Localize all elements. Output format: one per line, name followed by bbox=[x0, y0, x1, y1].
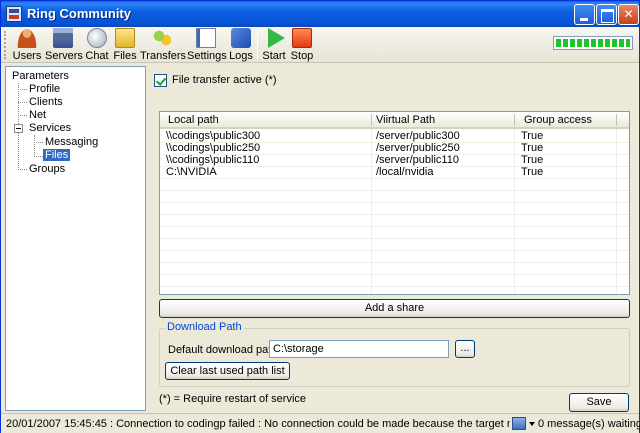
status-message: 20/01/2007 15:45:45 : Connection to codi… bbox=[6, 418, 510, 430]
main-window: Ring Community ✕ Users Servers Chat File… bbox=[0, 0, 640, 433]
grid-line bbox=[160, 190, 629, 191]
toolbar-separator bbox=[257, 31, 258, 59]
table-header: Local path Viirtual Path Group access bbox=[160, 112, 629, 129]
chat-button[interactable]: Chat bbox=[83, 28, 111, 62]
toolbar-grip[interactable] bbox=[4, 31, 7, 59]
cell-local-path: \\codings\public250 bbox=[166, 142, 261, 154]
tree-line bbox=[18, 102, 27, 103]
file-transfer-checkbox[interactable] bbox=[154, 74, 167, 87]
connection-status-indicator bbox=[553, 36, 633, 50]
toolbar: Users Servers Chat Files Transfers Setti… bbox=[1, 27, 639, 63]
tree-node-files[interactable]: Files bbox=[43, 149, 71, 161]
tree-line bbox=[34, 142, 43, 143]
default-download-path-label: Default download path : bbox=[168, 344, 284, 356]
stop-button[interactable]: Stop bbox=[289, 28, 315, 62]
tree-node-services[interactable]: Services bbox=[29, 122, 71, 134]
column-header-virtual-path[interactable]: Viirtual Path bbox=[376, 114, 435, 126]
dropdown-arrow-icon[interactable] bbox=[529, 422, 535, 426]
tree-line bbox=[34, 156, 43, 157]
start-icon bbox=[268, 28, 285, 48]
transfers-button[interactable]: Transfers bbox=[140, 28, 186, 62]
title-bar[interactable]: Ring Community ✕ bbox=[1, 1, 639, 27]
tree-line bbox=[18, 169, 27, 170]
tree-line bbox=[18, 89, 27, 90]
file-transfer-label[interactable]: File transfer active (*) bbox=[172, 74, 277, 86]
cell-virtual-path: /server/public110 bbox=[376, 154, 459, 166]
cell-group-access: True bbox=[521, 154, 544, 166]
table-row[interactable]: C:\NVIDIA /local/nvidia True bbox=[160, 166, 629, 178]
table-row[interactable]: \\codings\public110 /server/public110 Tr… bbox=[160, 154, 629, 166]
files-icon bbox=[115, 28, 135, 48]
logs-button[interactable]: Logs bbox=[228, 28, 254, 62]
cell-group-access: True bbox=[521, 130, 544, 142]
status-bar: 20/01/2007 15:45:45 : Connection to codi… bbox=[1, 413, 640, 433]
start-button[interactable]: Start bbox=[261, 28, 287, 62]
messages-icon[interactable] bbox=[512, 417, 526, 430]
cell-group-access: True bbox=[521, 166, 544, 178]
restart-note: (*) = Require restart of service bbox=[159, 393, 307, 405]
grid-line bbox=[160, 178, 629, 179]
cell-local-path: C:\NVIDIA bbox=[166, 166, 217, 178]
status-bar-fill bbox=[556, 39, 630, 47]
tree-node-clients[interactable]: Clients bbox=[29, 96, 63, 108]
default-download-path-input[interactable]: C:\storage bbox=[269, 340, 449, 358]
maximize-button[interactable] bbox=[596, 4, 617, 25]
grid-line bbox=[160, 238, 629, 239]
grid-line bbox=[160, 262, 629, 263]
clear-path-list-button[interactable]: Clear last used path list bbox=[165, 362, 290, 380]
tree-node-net[interactable]: Net bbox=[29, 109, 46, 121]
parameters-tree[interactable]: Parameters Profile Clients Net Services … bbox=[5, 66, 146, 411]
settings-button[interactable]: Settings bbox=[187, 28, 227, 62]
servers-button[interactable]: Servers bbox=[45, 28, 83, 62]
transfers-icon bbox=[152, 28, 172, 48]
servers-icon bbox=[53, 28, 73, 48]
cell-local-path: \\codings\public300 bbox=[166, 130, 261, 142]
grid-line bbox=[160, 226, 629, 227]
tree-collapse-toggle[interactable] bbox=[14, 124, 23, 133]
cell-local-path: \\codings\public110 bbox=[166, 154, 260, 166]
tree-node-messaging[interactable]: Messaging bbox=[45, 136, 98, 148]
chat-icon bbox=[87, 28, 107, 48]
grid-line bbox=[160, 214, 629, 215]
users-button[interactable]: Users bbox=[11, 28, 43, 62]
window-title: Ring Community bbox=[27, 6, 131, 21]
app-icon bbox=[6, 6, 22, 22]
save-button[interactable]: Save bbox=[569, 393, 629, 412]
cell-group-access: True bbox=[521, 142, 544, 154]
grid-line bbox=[160, 202, 629, 203]
table-row[interactable]: \\codings\public250 /server/public250 Tr… bbox=[160, 142, 629, 154]
column-header-local-path[interactable]: Local path bbox=[168, 114, 219, 126]
cell-virtual-path: /server/public250 bbox=[376, 142, 460, 154]
close-button[interactable]: ✕ bbox=[618, 4, 639, 25]
column-separator[interactable] bbox=[371, 114, 372, 126]
browse-button[interactable]: ... bbox=[455, 340, 475, 358]
add-share-button[interactable]: Add a share bbox=[159, 299, 630, 318]
tree-node-profile[interactable]: Profile bbox=[29, 83, 60, 95]
minimize-button[interactable] bbox=[574, 4, 595, 25]
column-header-group-access[interactable]: Group access bbox=[524, 114, 592, 126]
table-row[interactable]: \\codings\public300 /server/public300 Tr… bbox=[160, 130, 629, 142]
files-button[interactable]: Files bbox=[112, 28, 138, 62]
tree-node-groups[interactable]: Groups bbox=[29, 163, 65, 175]
tree-line bbox=[34, 135, 35, 157]
grid-line bbox=[160, 274, 629, 275]
tree-line bbox=[18, 115, 27, 116]
cell-virtual-path: /server/public300 bbox=[376, 130, 460, 142]
download-path-group-title: Download Path bbox=[165, 321, 244, 333]
cell-virtual-path: /local/nvidia bbox=[376, 166, 434, 178]
column-separator[interactable] bbox=[514, 114, 515, 126]
users-icon bbox=[17, 28, 37, 48]
shares-table[interactable]: Local path Viirtual Path Group access \\… bbox=[159, 111, 630, 295]
stop-icon bbox=[292, 28, 312, 48]
messages-waiting-count: 0 message(s) waiting bbox=[538, 418, 640, 430]
tree-node-parameters[interactable]: Parameters bbox=[12, 70, 69, 82]
grid-line bbox=[160, 286, 629, 287]
logs-icon bbox=[231, 28, 251, 48]
grid-line bbox=[160, 250, 629, 251]
settings-icon bbox=[196, 28, 216, 48]
column-separator[interactable] bbox=[616, 114, 617, 126]
